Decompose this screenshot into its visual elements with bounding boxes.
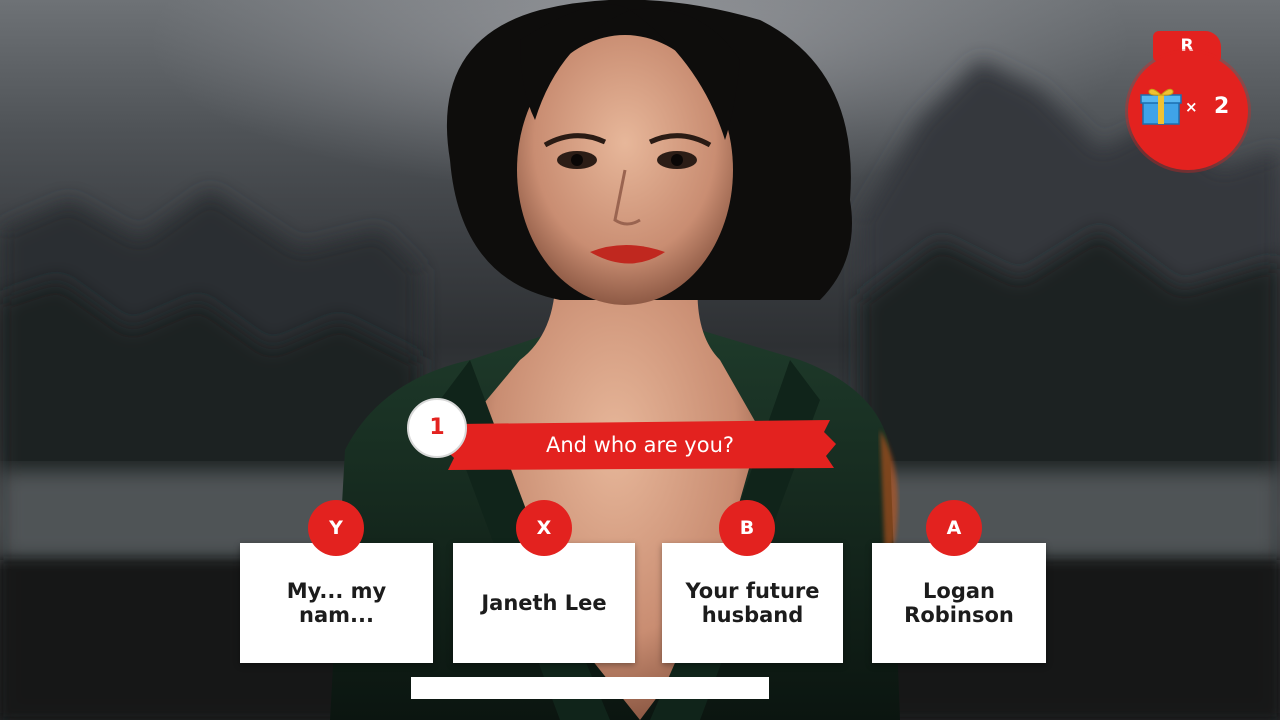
answer-key-a: A (926, 500, 982, 556)
answer-key-x: X (516, 500, 572, 556)
answer-key-b: B (719, 500, 775, 556)
answer-text: Logan Robinson (904, 579, 1014, 627)
gift-count: 2 (1214, 94, 1230, 119)
answer-key-y: Y (308, 500, 364, 556)
answer-text: My... my nam... (286, 579, 387, 627)
answer-card-y[interactable]: My... my nam... (240, 543, 433, 663)
character-portrait (330, 0, 900, 720)
answer-text: Your future husband (685, 579, 820, 627)
answer-card-a[interactable]: Logan Robinson (872, 543, 1046, 663)
game-scene: R × 2 And who are you? 1 My... my nam...… (0, 0, 1280, 720)
gift-multiplier-sign: × (1185, 98, 1198, 116)
answer-text: Janeth Lee (481, 591, 607, 615)
answer-card-x[interactable]: Janeth Lee (453, 543, 635, 663)
gift-box-icon (1140, 88, 1182, 125)
question-number-badge: 1 (407, 398, 467, 458)
answer-card-b[interactable]: Your future husband (662, 543, 843, 663)
answer-timer-bar (411, 677, 769, 699)
question-text: And who are you? (545, 433, 735, 457)
